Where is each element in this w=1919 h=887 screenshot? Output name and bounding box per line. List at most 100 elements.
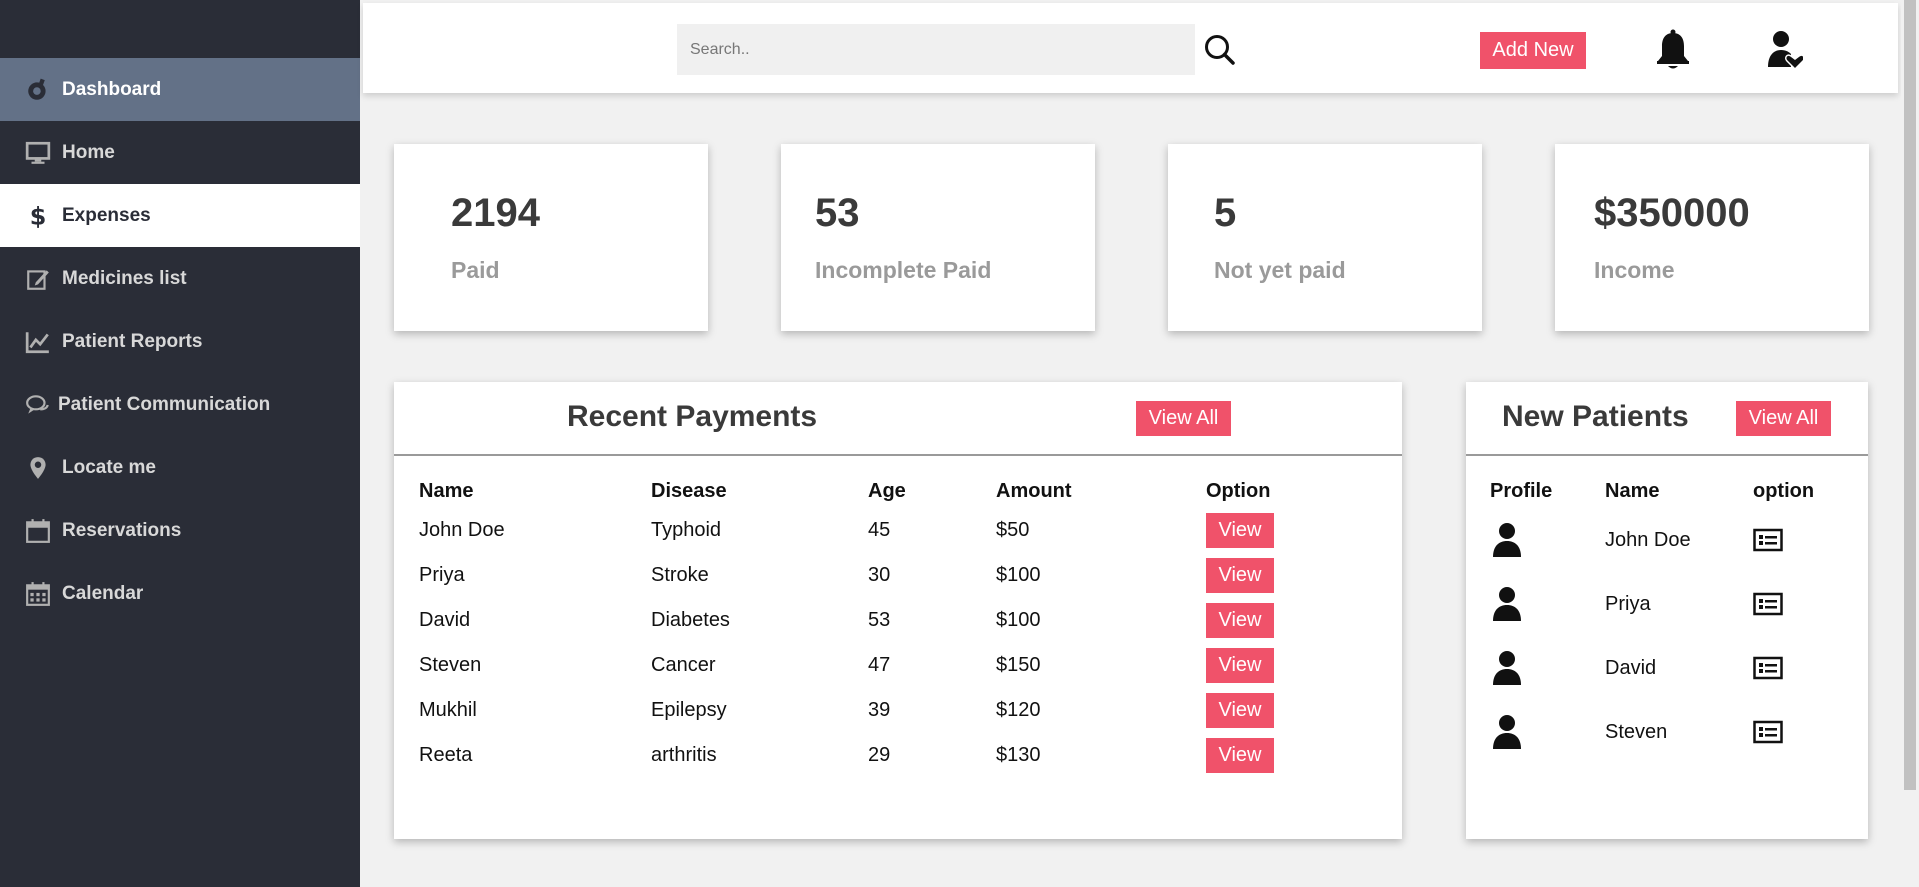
- table-row: Priya: [1490, 572, 1843, 636]
- cell-name: David: [1605, 656, 1657, 679]
- view-button[interactable]: View: [1206, 513, 1274, 548]
- table-row: Mukhil Epilepsy 39 $120 View: [419, 688, 1326, 733]
- bell-icon[interactable]: [1654, 29, 1692, 71]
- stat-value: 5: [1214, 191, 1237, 235]
- table-header-row: Profile Name option: [1490, 474, 1843, 508]
- view-button[interactable]: View: [1206, 603, 1274, 638]
- column-header: Disease: [651, 479, 727, 502]
- cell-option: View: [1206, 508, 1326, 553]
- main-content: Add New 2194 Paid 53 Incomplete Paid 5 N…: [360, 0, 1919, 887]
- sidebar-item-label: Dashboard: [62, 78, 162, 100]
- cell-name: John Doe: [1605, 528, 1691, 551]
- cell-profile: [1490, 636, 1605, 700]
- table-header-row: Name Disease Age Amount Option: [419, 474, 1326, 508]
- view-all-payments-button[interactable]: View All: [1136, 401, 1231, 436]
- cell-amount: $130: [996, 744, 1041, 766]
- cell-disease: Typhoid: [651, 519, 722, 541]
- vertical-scrollbar[interactable]: [1901, 0, 1919, 887]
- map-pin-icon: [24, 454, 52, 482]
- search-icon[interactable]: [1203, 33, 1237, 67]
- sidebar-item-expenses[interactable]: $ Expenses: [0, 184, 360, 247]
- sidebar-item-label: Patient Reports: [62, 330, 203, 352]
- id-card-icon[interactable]: [1753, 720, 1783, 744]
- table-row: David Diabetes 53 $100 View: [419, 598, 1326, 643]
- monitor-icon: [24, 139, 52, 167]
- sidebar-item-label: Reservations: [62, 519, 182, 541]
- payments-table: Name Disease Age Amount Option John Doe …: [419, 474, 1326, 778]
- cell-amount: $120: [996, 699, 1041, 721]
- table-row: John Doe: [1490, 508, 1843, 572]
- person-icon: [1493, 523, 1521, 557]
- cell-disease: Cancer: [651, 654, 716, 676]
- cell-option: [1753, 700, 1843, 764]
- cell-amount: $150: [996, 654, 1041, 676]
- stat-card-incomplete-paid: 53 Incomplete Paid: [781, 144, 1095, 331]
- cell-disease: Diabetes: [651, 609, 730, 631]
- sidebar-item-label: Expenses: [62, 204, 151, 226]
- sidebar-item-reservations[interactable]: Reservations: [0, 499, 360, 562]
- cell-name: Priya: [419, 564, 465, 586]
- cell-age: 30: [868, 564, 891, 586]
- cell-profile: [1490, 572, 1605, 636]
- sidebar-item-home[interactable]: Home: [0, 121, 360, 184]
- view-button[interactable]: View: [1206, 693, 1274, 728]
- sidebar-item-locate-me[interactable]: Locate me: [0, 436, 360, 499]
- stat-card-not-yet-paid: 5 Not yet paid: [1168, 144, 1482, 331]
- column-header: Option: [1206, 479, 1271, 502]
- svg-text:$: $: [30, 203, 47, 229]
- panel-header: Recent Payments View All: [394, 382, 1402, 456]
- view-button[interactable]: View: [1206, 558, 1274, 593]
- view-button[interactable]: View: [1206, 648, 1274, 683]
- sidebar-item-calendar[interactable]: Calendar: [0, 562, 360, 625]
- column-header: Name: [1605, 479, 1660, 502]
- id-card-icon[interactable]: [1753, 528, 1783, 552]
- sidebar-item-patient-reports[interactable]: Patient Reports: [0, 310, 360, 373]
- sidebar-item-label: Locate me: [62, 456, 156, 478]
- cell-disease: arthritis: [651, 744, 717, 766]
- id-card-icon[interactable]: [1753, 592, 1783, 616]
- cell-name: David: [419, 609, 471, 631]
- sidebar-top: [0, 0, 360, 58]
- column-header: option: [1753, 479, 1815, 502]
- cell-option: [1753, 572, 1843, 636]
- sidebar-item-label: Calendar: [62, 582, 144, 604]
- cell-age: 47: [868, 654, 891, 676]
- column-header: Amount: [996, 479, 1072, 502]
- scrollbar-thumb[interactable]: [1904, 0, 1916, 790]
- user-heart-icon[interactable]: [1767, 29, 1803, 71]
- stat-label: Income: [1594, 257, 1675, 283]
- cell-age: 29: [868, 744, 891, 766]
- edit-icon: [24, 265, 52, 293]
- panel-header: New Patients View All: [1466, 382, 1868, 456]
- view-all-patients-button[interactable]: View All: [1736, 401, 1831, 436]
- sidebar-item-medicines-list[interactable]: Medicines list: [0, 247, 360, 310]
- cell-option: [1753, 508, 1843, 572]
- person-icon: [1493, 587, 1521, 621]
- sidebar-item-patient-communication[interactable]: Patient Communication: [0, 373, 360, 436]
- cell-profile: [1490, 508, 1605, 572]
- stat-label: Not yet paid: [1214, 257, 1346, 283]
- calendar-grid-icon: [24, 580, 52, 608]
- stat-card-income: $350000 Income: [1555, 144, 1869, 331]
- column-header: Name: [419, 479, 474, 502]
- cell-name: Steven: [419, 654, 482, 676]
- person-icon: [1493, 651, 1521, 685]
- id-card-icon[interactable]: [1753, 656, 1783, 680]
- stat-value: 53: [815, 191, 860, 235]
- add-new-button[interactable]: Add New: [1480, 32, 1586, 69]
- sidebar: Dashboard Home $ Expenses Medicines list…: [0, 0, 360, 887]
- search-input[interactable]: [677, 24, 1195, 75]
- top-bar: Add New: [363, 3, 1898, 93]
- cell-option: View: [1206, 553, 1326, 598]
- view-button[interactable]: View: [1206, 738, 1274, 773]
- patients-table: Profile Name option John Doe Priya David…: [1490, 474, 1843, 764]
- cell-amount: $100: [996, 609, 1041, 631]
- dollar-icon: $: [24, 202, 52, 230]
- person-icon: [1493, 715, 1521, 749]
- chat-icon: [24, 391, 52, 419]
- line-chart-icon: [24, 328, 52, 356]
- cell-age: 45: [868, 519, 891, 541]
- sidebar-item-label: Patient Communication: [58, 393, 271, 415]
- panel-title: New Patients: [1502, 400, 1689, 433]
- sidebar-item-dashboard[interactable]: Dashboard: [0, 58, 360, 121]
